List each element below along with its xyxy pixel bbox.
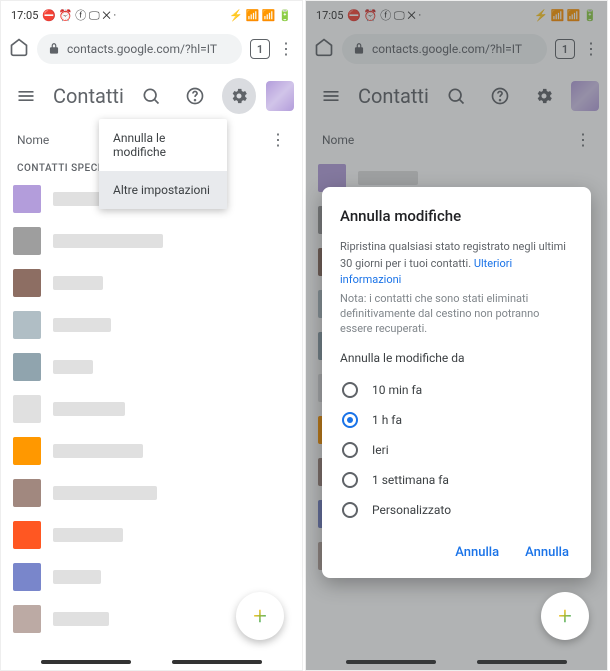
contact-name-blur <box>53 276 103 290</box>
contact-name-blur <box>53 612 109 626</box>
plus-icon: + <box>558 602 572 630</box>
nav-pill[interactable] <box>172 660 262 664</box>
settings-dropdown: Annulla le modifiche Altre impostazioni <box>99 119 227 209</box>
list-item[interactable] <box>1 514 302 556</box>
screen-left: 17:05 ⛔ ⏰ ⓕ 🖵 ✕ · ⚡ 📶 📶 🔋 contacts.googl… <box>0 0 303 671</box>
contacts-list <box>1 178 302 640</box>
undo-changes-dialog: Annulla modifiche Ripristina qualsiasi s… <box>322 187 591 578</box>
cancel-button[interactable]: Annulla <box>451 539 503 566</box>
plus-icon: + <box>253 602 267 630</box>
menu-icon[interactable] <box>9 78 43 114</box>
radio-icon <box>342 502 358 518</box>
nav-bar <box>1 660 302 664</box>
page-title: Contatti <box>53 84 124 108</box>
contact-avatar <box>13 479 41 507</box>
list-item[interactable] <box>1 472 302 514</box>
avatar[interactable] <box>266 81 294 111</box>
contact-name-blur <box>53 234 163 248</box>
status-time: 17:05 <box>11 9 38 22</box>
list-item[interactable] <box>1 304 302 346</box>
column-name: Nome <box>17 133 49 147</box>
contact-name-blur <box>53 360 93 374</box>
radio-yesterday[interactable]: Ieri <box>340 435 573 465</box>
dropdown-undo-changes[interactable]: Annulla le modifiche <box>99 119 227 171</box>
contact-name-blur <box>53 318 111 332</box>
dialog-desc: Ripristina qualsiasi stato registrato ne… <box>340 239 573 289</box>
list-item[interactable] <box>1 346 302 388</box>
contact-avatar <box>13 437 41 465</box>
dialog-actions: Annulla Annulla <box>340 539 573 566</box>
radio-custom[interactable]: Personalizzato <box>340 495 573 525</box>
url-text: contacts.google.com/?hl=IT <box>67 42 217 56</box>
status-icons-left: ⛔ ⏰ ⓕ 🖵 ✕ · <box>42 7 116 23</box>
lock-icon <box>47 42 61 56</box>
contact-avatar <box>13 605 41 633</box>
fab-add-contact[interactable]: + <box>541 592 589 640</box>
radio-icon <box>342 382 358 398</box>
radio-icon <box>342 442 358 458</box>
contact-name-blur <box>53 486 157 500</box>
contact-name-blur <box>53 444 143 458</box>
radio-10min[interactable]: 10 min fa <box>340 375 573 405</box>
contact-name-blur <box>53 402 125 416</box>
confirm-button[interactable]: Annulla <box>521 539 573 566</box>
contact-avatar <box>13 227 41 255</box>
contact-avatar <box>13 353 41 381</box>
contact-avatar <box>13 185 41 213</box>
tab-count[interactable]: 1 <box>250 39 270 59</box>
fab-add-contact[interactable]: + <box>236 592 284 640</box>
settings-icon[interactable] <box>222 78 256 114</box>
contact-name-blur <box>53 570 101 584</box>
url-bar[interactable]: contacts.google.com/?hl=IT <box>37 34 242 64</box>
contact-name-blur <box>53 528 123 542</box>
column-menu-icon[interactable]: ⋮ <box>270 132 286 148</box>
status-bar: 17:05 ⛔ ⏰ ⓕ 🖵 ✕ · ⚡ 📶 📶 🔋 <box>1 1 302 29</box>
browser-menu-icon[interactable]: ⋮ <box>278 41 294 57</box>
help-icon[interactable] <box>178 78 212 114</box>
search-icon[interactable] <box>134 78 168 114</box>
browser-bar: contacts.google.com/?hl=IT 1 ⋮ <box>1 29 302 69</box>
status-icons-right: ⚡ 📶 📶 🔋 <box>229 9 292 22</box>
contact-avatar <box>13 395 41 423</box>
contact-avatar <box>13 311 41 339</box>
home-icon[interactable] <box>9 37 29 61</box>
contact-avatar <box>13 521 41 549</box>
radio-icon <box>342 472 358 488</box>
nav-pill[interactable] <box>41 660 131 664</box>
radio-icon <box>342 412 358 428</box>
list-item[interactable] <box>1 430 302 472</box>
screen-right: 17:05 ⛔ ⏰ ⓕ 🖵 ✕ · ⚡ 📶 📶 🔋 contacts.googl… <box>305 0 608 671</box>
contact-avatar <box>13 269 41 297</box>
radio-1h[interactable]: 1 h fa <box>340 405 573 435</box>
list-item[interactable] <box>1 262 302 304</box>
dialog-note: Nota: i contatti che sono stati eliminat… <box>340 291 573 337</box>
radio-1week[interactable]: 1 settimana fa <box>340 465 573 495</box>
dropdown-more-settings[interactable]: Altre impostazioni <box>99 171 227 209</box>
list-item[interactable] <box>1 388 302 430</box>
dialog-sublabel: Annulla le modifiche da <box>340 351 573 365</box>
dialog-title: Annulla modifiche <box>340 207 573 225</box>
list-item[interactable] <box>1 220 302 262</box>
app-bar: Contatti <box>1 69 302 123</box>
contact-avatar <box>13 563 41 591</box>
